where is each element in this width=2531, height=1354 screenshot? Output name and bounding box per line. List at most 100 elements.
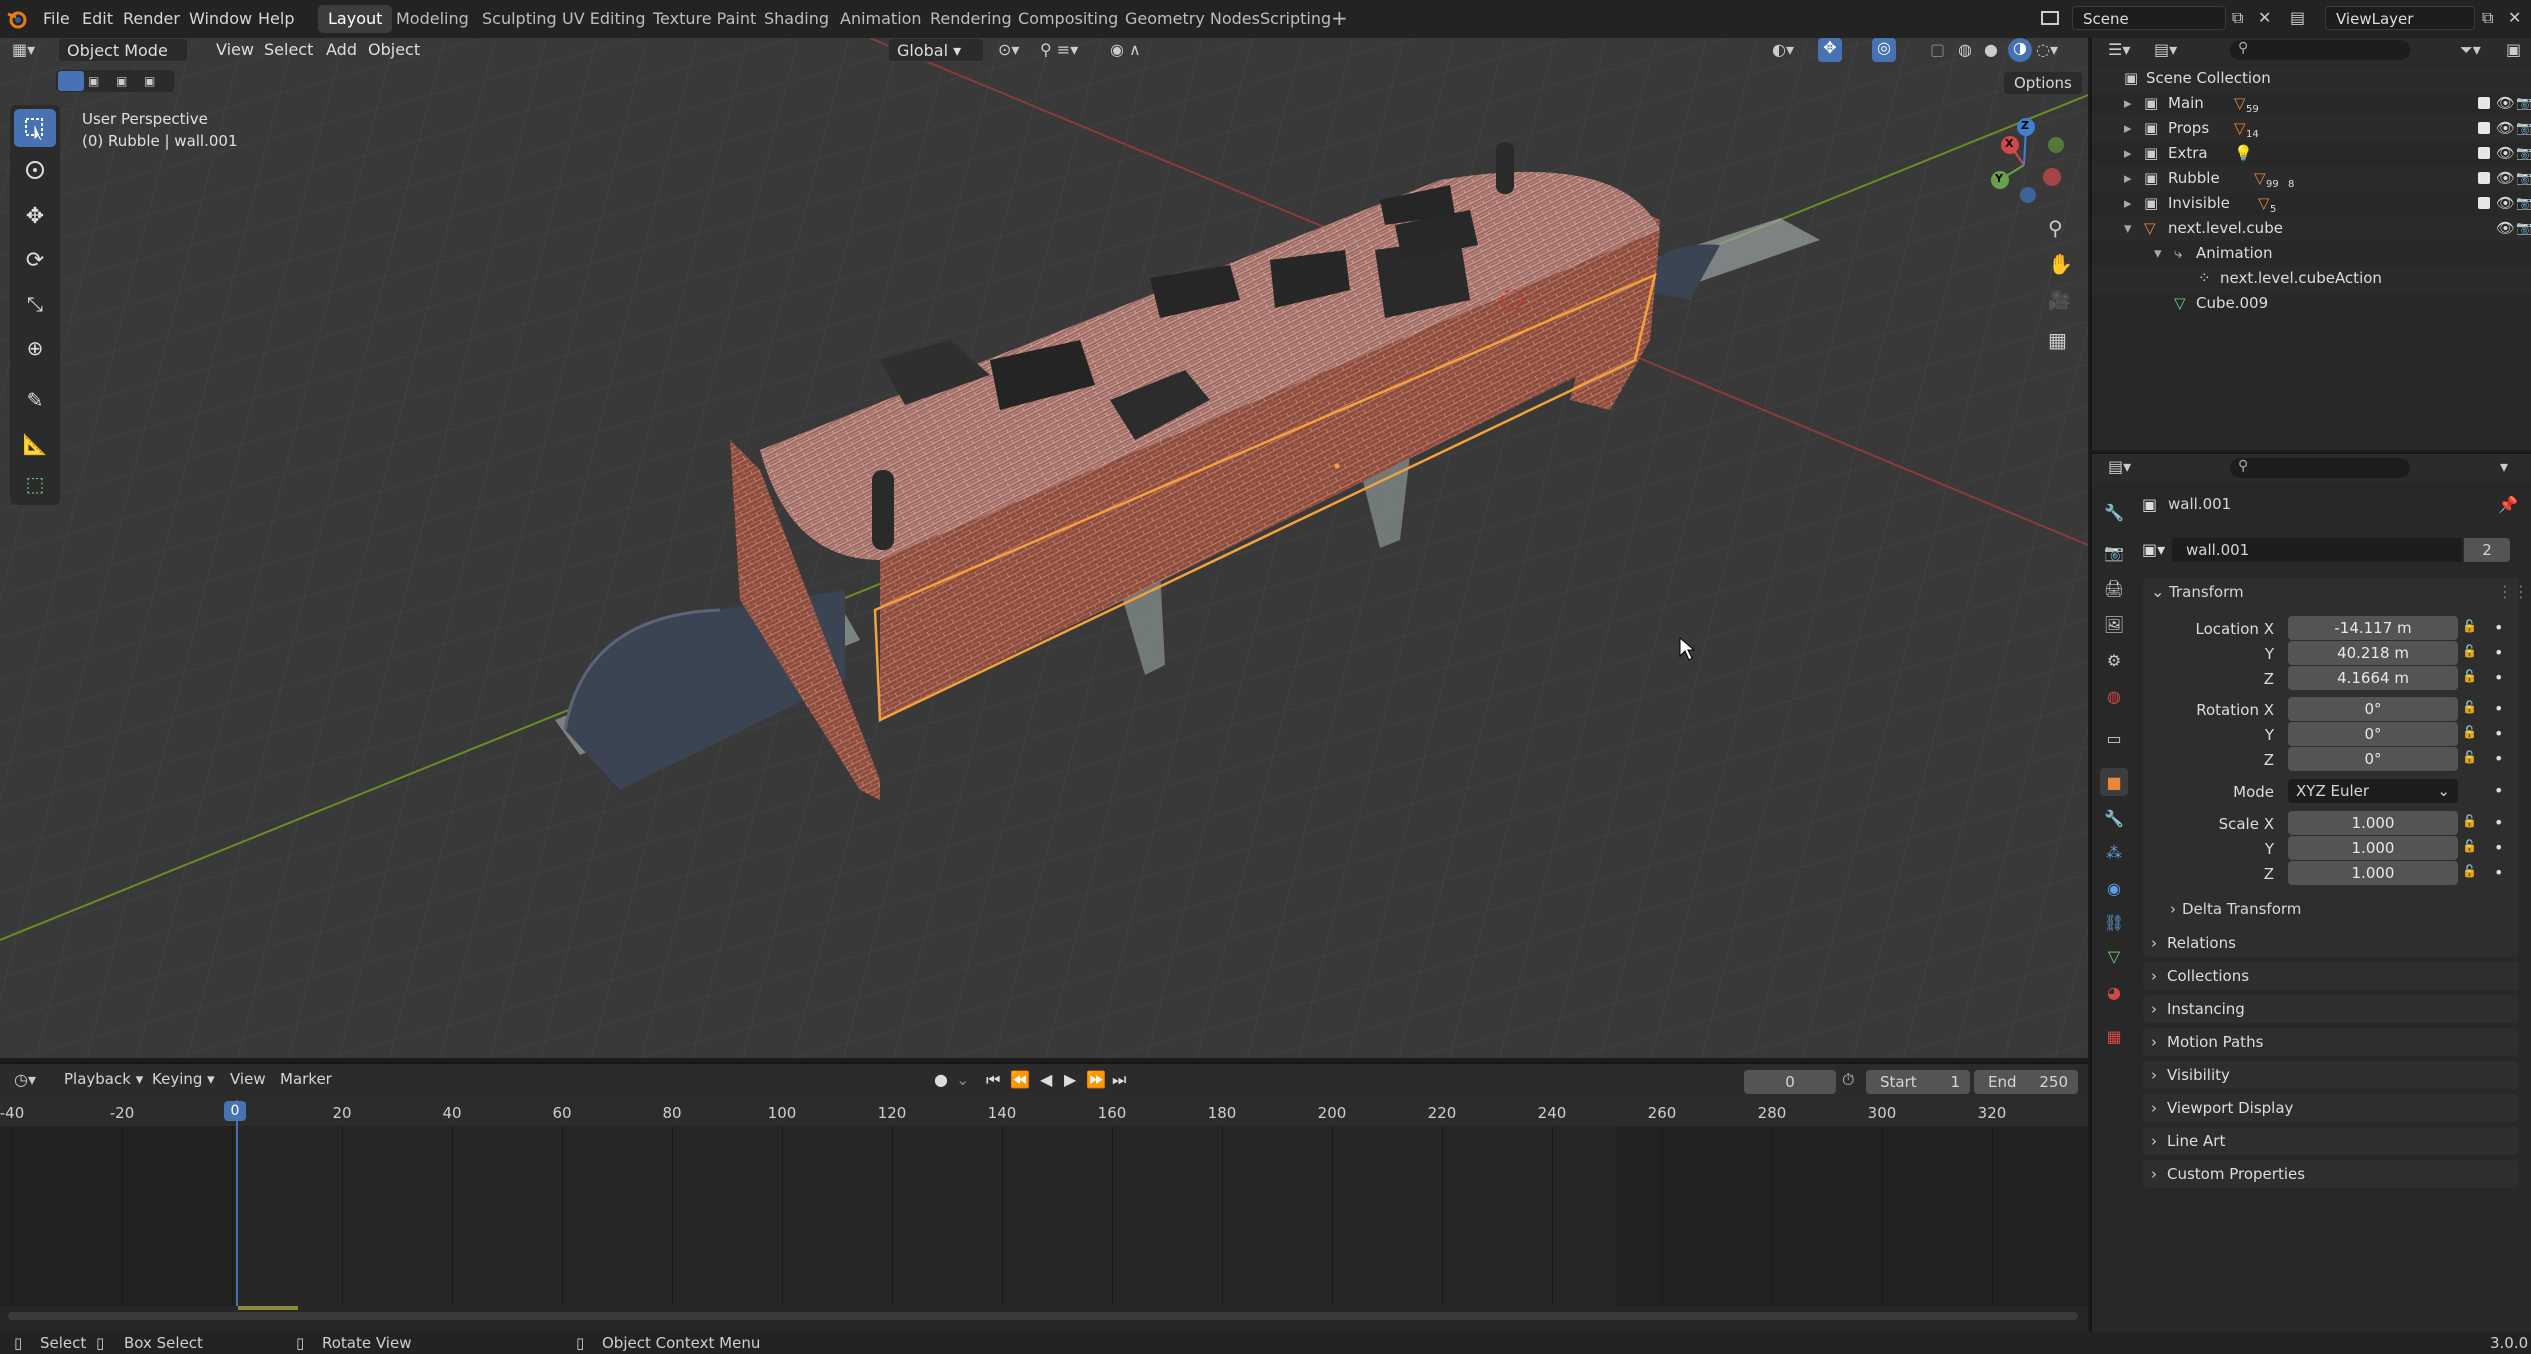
line-art-panel-header[interactable]: › Line Art	[2143, 1127, 2519, 1155]
transform-tool-icon[interactable]: ⊕	[14, 329, 56, 367]
scale-tool-icon[interactable]: ⤡	[14, 285, 56, 323]
lock-icon[interactable]: 🔓	[2462, 700, 2477, 714]
proportional-edit-icon[interactable]: ◉ ∧	[1110, 40, 1141, 59]
exclude-checkbox[interactable]	[2478, 172, 2490, 184]
properties-options-icon[interactable]: ▾	[2500, 457, 2508, 476]
pin-icon[interactable]: 📌	[2498, 495, 2518, 514]
overlays-toggle-icon[interactable]: ◎	[1872, 38, 1896, 62]
lock-icon[interactable]: 🔓	[2462, 839, 2477, 853]
exclude-checkbox[interactable]	[2478, 122, 2490, 134]
tab-uv-editing[interactable]: UV Editing	[552, 5, 655, 33]
display-mode-icon[interactable]: ▤▾	[2154, 40, 2177, 59]
add-cube-tool-icon[interactable]: ⬚	[14, 465, 56, 503]
delta-transform-subpanel[interactable]: › Delta Transform	[2160, 896, 2510, 922]
solid-shading-icon[interactable]: ●	[1984, 40, 1998, 59]
relations-panel-header[interactable]: › Relations	[2143, 929, 2519, 957]
transform-panel-header[interactable]: ⌄ Transform ⋮⋮	[2143, 578, 2529, 606]
exclude-checkbox[interactable]	[2478, 147, 2490, 159]
menu-select[interactable]: Select	[256, 38, 321, 62]
motion-paths-panel-header[interactable]: › Motion Paths	[2143, 1028, 2519, 1056]
navigation-gizmo[interactable]: Y X Z	[1980, 115, 2070, 215]
exclude-checkbox[interactable]	[2478, 197, 2490, 209]
annotate-tool-icon[interactable]: ✎	[14, 381, 56, 419]
menu-render[interactable]: Render	[117, 7, 186, 31]
user-count-button[interactable]: 2	[2464, 538, 2510, 562]
outliner-row-cube-009[interactable]: ▽ Cube.009	[2092, 291, 2531, 316]
properties-search-input[interactable]: ⚲	[2230, 458, 2410, 478]
menu-help[interactable]: Help	[252, 7, 300, 31]
drag-handle-icon[interactable]: ⋮⋮	[2497, 578, 2529, 606]
expand-icon[interactable]: ▸	[2124, 91, 2132, 116]
camera-view-icon[interactable]: 🎥	[2048, 290, 2070, 311]
select-subtract-icon[interactable]: ▣	[116, 74, 127, 88]
keyframe-dot-icon[interactable]: •	[2494, 863, 2503, 882]
play-icon[interactable]: ▶	[1064, 1070, 1076, 1089]
tab-rendering[interactable]: Rendering	[920, 5, 1022, 33]
select-intersect-icon[interactable]: ▣	[144, 74, 155, 88]
rotate-tool-icon[interactable]: ⟳	[14, 241, 56, 279]
menu-add[interactable]: Add	[318, 38, 365, 62]
lock-icon[interactable]: 🔓	[2462, 725, 2477, 739]
menu-keying[interactable]: Keying ▾	[152, 1070, 215, 1088]
cursor-tool-icon[interactable]	[14, 151, 56, 189]
render-tab-icon[interactable]: 📷	[2100, 538, 2128, 566]
blender-logo-icon[interactable]	[6, 8, 28, 34]
camera-icon[interactable]: 📷	[2516, 141, 2531, 166]
measure-tool-icon[interactable]: 📐	[14, 425, 56, 463]
keyframe-dot-icon[interactable]: •	[2494, 781, 2503, 800]
keyframe-dot-icon[interactable]: •	[2494, 668, 2503, 687]
outliner-row-animation[interactable]: ▾ ⤷ Animation	[2092, 241, 2531, 266]
keyframe-dot-icon[interactable]: •	[2494, 838, 2503, 857]
menu-edit[interactable]: Edit	[76, 7, 119, 31]
start-frame-field[interactable]: Start 1	[1866, 1070, 1970, 1094]
expand-icon[interactable]: ▸	[2124, 166, 2132, 191]
remove-scene-icon[interactable]: ✕	[2258, 8, 2271, 27]
outliner-editor-icon[interactable]: ☰▾	[2108, 40, 2130, 59]
tab-texture-paint[interactable]: Texture Paint	[643, 5, 766, 33]
outliner-search-input[interactable]: ⚲	[2230, 40, 2410, 60]
lock-icon[interactable]: 🔓	[2462, 644, 2477, 658]
output-tab-icon[interactable]: 🖨	[2100, 574, 2128, 602]
wireframe-shading-icon[interactable]: ◍	[1958, 40, 1972, 59]
add-workspace-icon[interactable]: +	[1331, 6, 1348, 30]
xray-icon[interactable]: ▢	[1930, 40, 1945, 59]
properties-editor-icon[interactable]: ▤▾	[2108, 457, 2131, 476]
preview-range-icon[interactable]: ⏱	[1842, 1070, 1854, 1090]
menu-timeline-view[interactable]: View	[230, 1070, 266, 1088]
filter-icon[interactable]: ⏷▾	[2460, 40, 2481, 60]
camera-icon[interactable]: 📷	[2516, 191, 2531, 216]
exclude-checkbox[interactable]	[2478, 97, 2490, 109]
location-y-field[interactable]: 40.218 m	[2288, 641, 2458, 665]
menu-object[interactable]: Object	[360, 38, 428, 62]
playhead-line[interactable]	[236, 1100, 238, 1306]
outliner-row-invisible[interactable]: ▸ ▣ Invisible ▽ 5 👁 📷	[2092, 191, 2531, 216]
mode-dropdown[interactable]: Object Mode ▾	[58, 38, 188, 84]
rotation-y-field[interactable]: 0°	[2288, 722, 2458, 746]
location-z-field[interactable]: 4.1664 m	[2288, 666, 2458, 690]
texture-tab-icon[interactable]: ▦	[2100, 1022, 2128, 1050]
rotation-x-field[interactable]: 0°	[2288, 697, 2458, 721]
transform-orientation-dropdown[interactable]: Global ▾	[888, 38, 984, 62]
jump-end-icon[interactable]: ⏭	[1112, 1070, 1126, 1090]
lock-icon[interactable]: 🔓	[2462, 814, 2477, 828]
record-icon[interactable]: ●	[934, 1070, 948, 1089]
object-browse-icon[interactable]: ▣▾	[2142, 540, 2165, 559]
material-shading-icon[interactable]: ◑	[2008, 38, 2032, 62]
camera-icon[interactable]: 📷	[2516, 116, 2531, 141]
copy-view-layer-icon[interactable]: ⧉	[2482, 8, 2493, 28]
keyframe-dot-icon[interactable]: •	[2494, 724, 2503, 743]
menu-window[interactable]: Window	[183, 7, 258, 31]
keyframe-dot-icon[interactable]: •	[2494, 813, 2503, 832]
view-layer-field[interactable]: ViewLayer	[2325, 6, 2475, 30]
outliner-row-action[interactable]: ⁘ next.level.cubeAction	[2092, 266, 2531, 291]
timeline-scrollbar[interactable]	[8, 1312, 2078, 1320]
scale-x-field[interactable]: 1.000	[2288, 811, 2458, 835]
collections-panel-header[interactable]: › Collections	[2143, 962, 2519, 990]
location-x-field[interactable]: -14.117 m	[2288, 616, 2458, 640]
tab-compositing[interactable]: Compositing	[1008, 5, 1128, 33]
outliner-row-main[interactable]: ▸ ▣ Main ▽ 59 👁 📷	[2092, 91, 2531, 116]
auto-key-options-icon[interactable]: ⌄	[956, 1070, 969, 1089]
next-keyframe-icon[interactable]: ⏩	[1086, 1070, 1106, 1089]
collapse-icon[interactable]: ▾	[2154, 241, 2162, 266]
gizmo-toggle-icon[interactable]: ✥	[1818, 38, 1842, 62]
